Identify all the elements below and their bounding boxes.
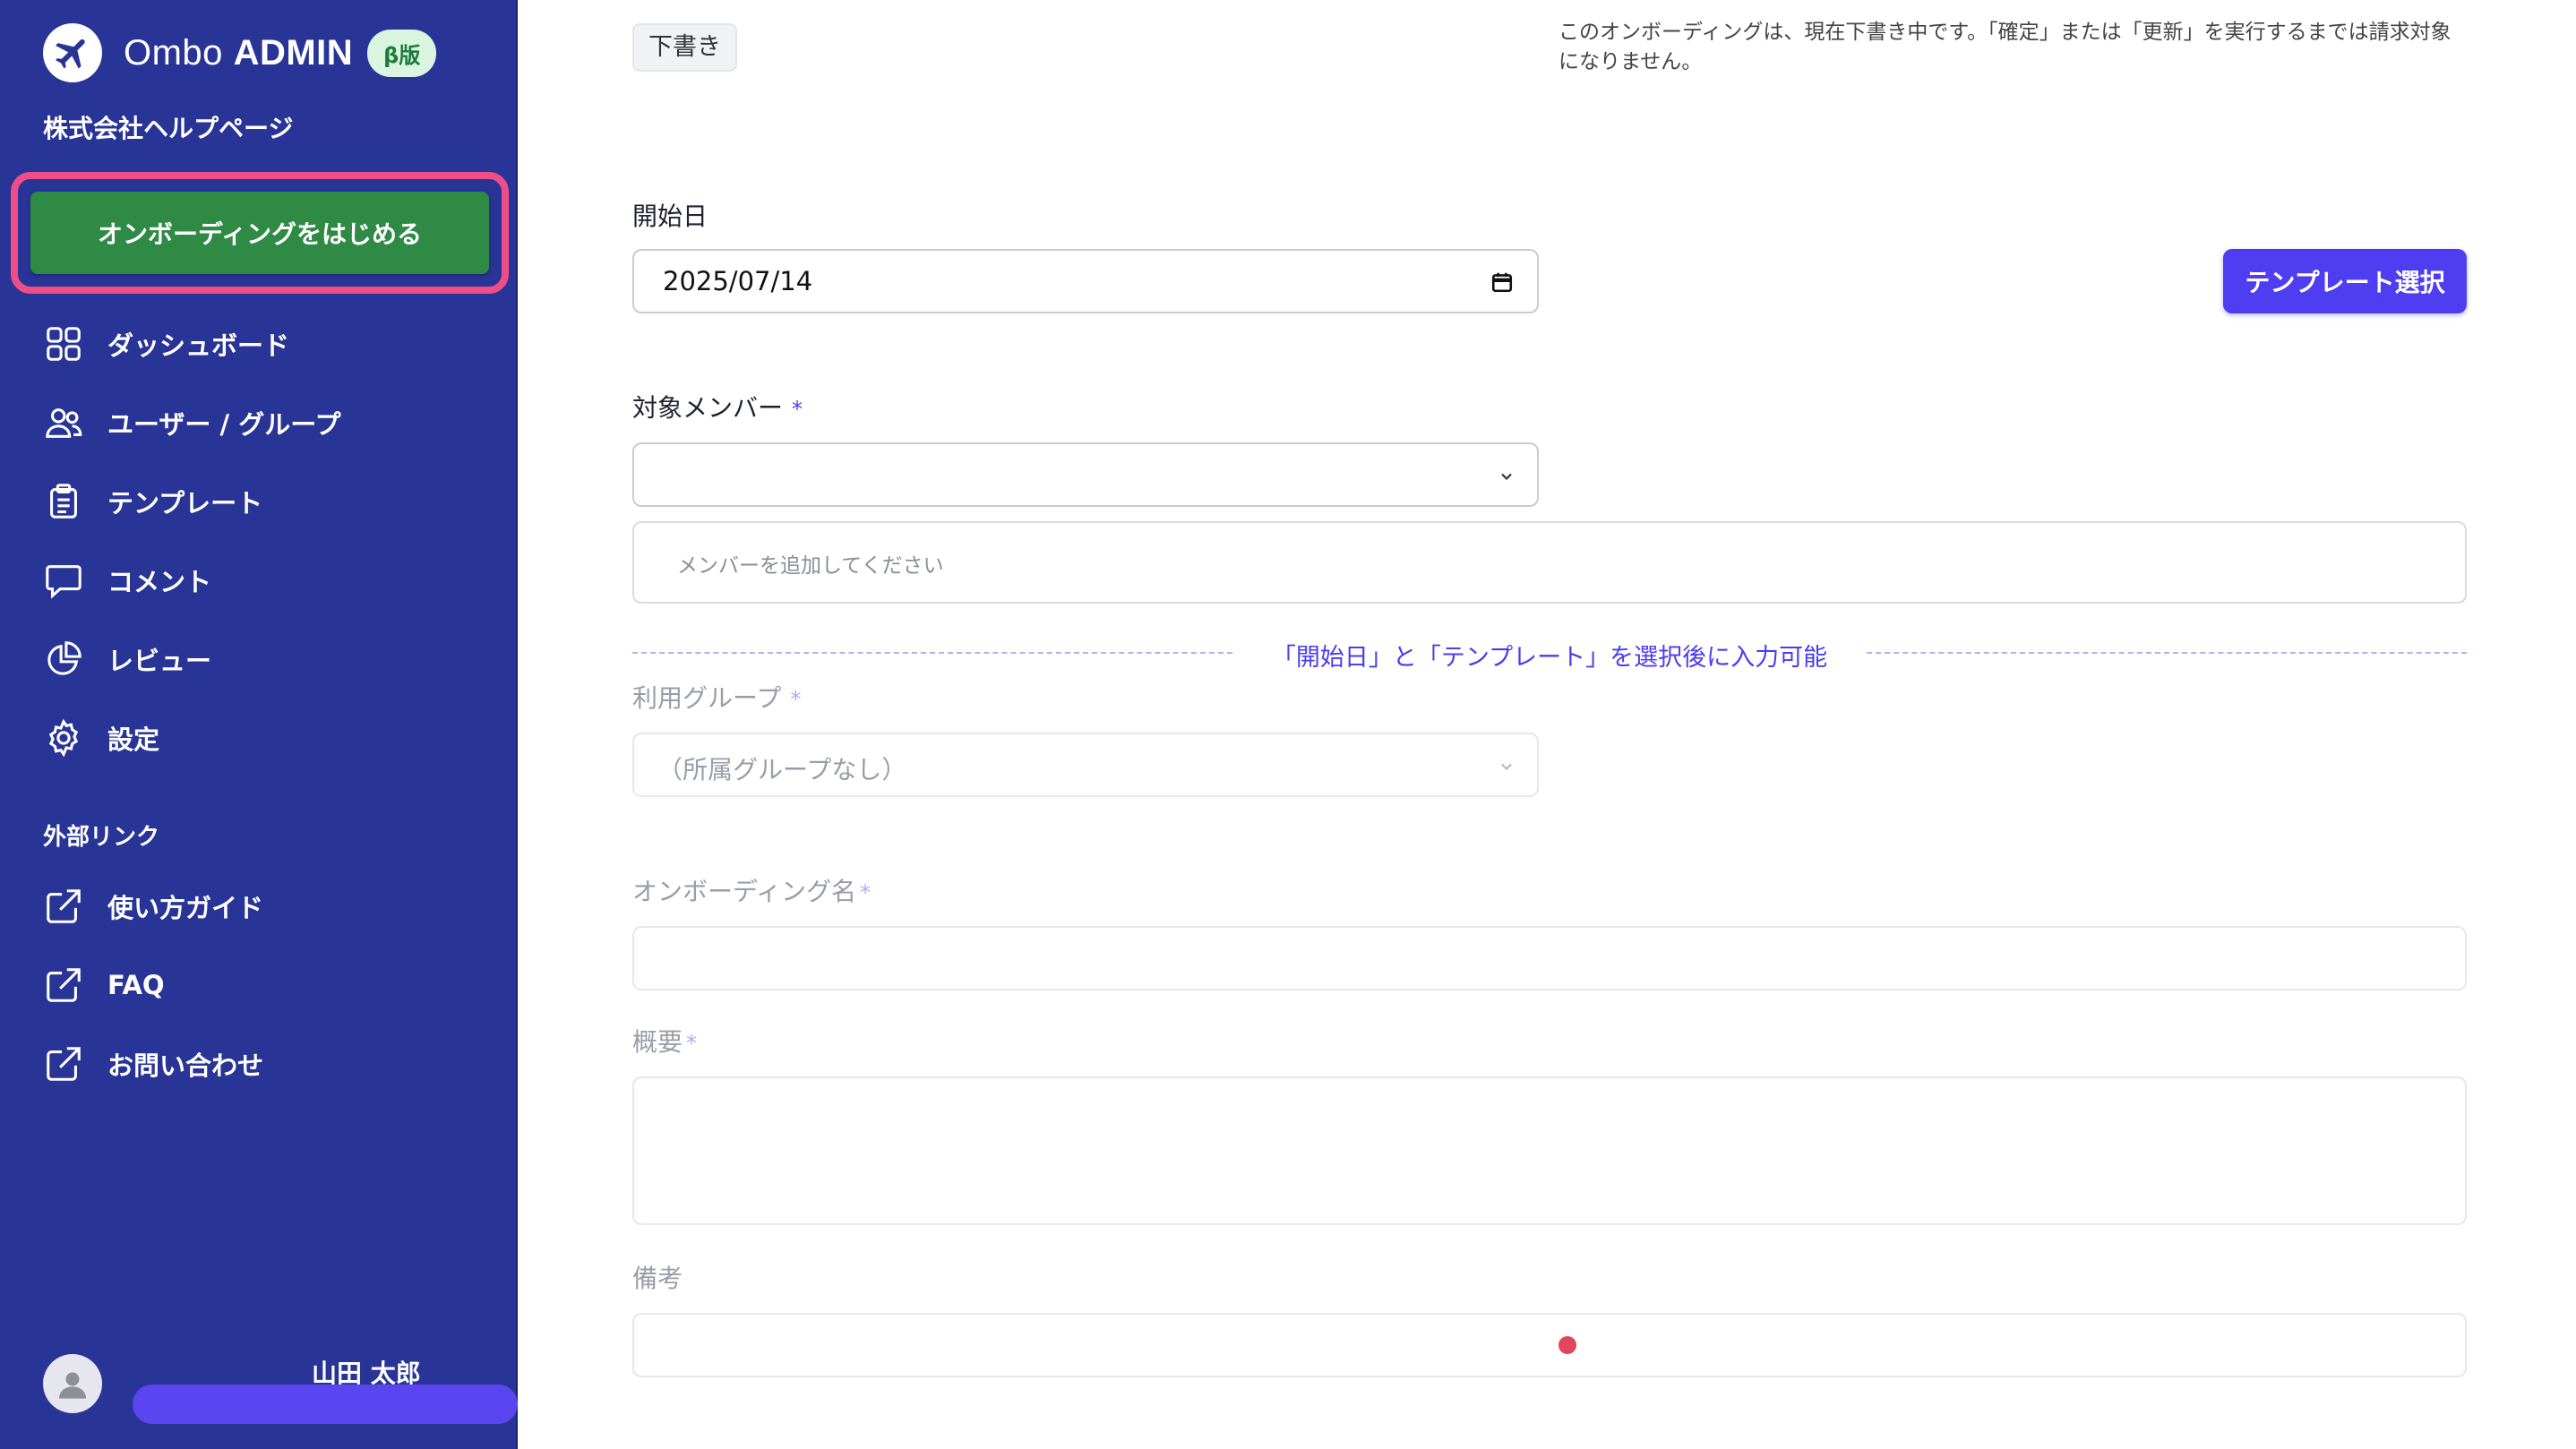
nav-item-dashboard[interactable]: ダッシュボード xyxy=(43,304,340,383)
members-label: 対象メンバー * xyxy=(632,393,803,423)
comment-icon xyxy=(46,565,82,599)
recording-indicator xyxy=(1558,1336,1576,1354)
clipboard-icon xyxy=(50,484,77,519)
nav-item-users[interactable]: ユーザー / グループ xyxy=(43,383,340,462)
onboarding-name-input[interactable] xyxy=(632,926,2467,990)
brand[interactable]: Ombo ADMIN β版 xyxy=(43,23,437,82)
nav-label: コメント xyxy=(107,567,212,597)
avatar xyxy=(43,1354,102,1413)
start-date-value: 2025/07/14 xyxy=(663,266,813,296)
link-label: 使い方ガイド xyxy=(107,893,264,923)
group-select[interactable]: （所属グループなし） xyxy=(632,733,1539,797)
airplane-logo-icon xyxy=(43,23,102,82)
lock-notice: 「開始日」と「テンプレート」を選択後に入力可能 xyxy=(1249,644,1850,672)
locked-section-divider: 「開始日」と「テンプレート」を選択後に入力可能 xyxy=(632,630,2467,675)
template-select-button[interactable]: テンプレート選択 xyxy=(2223,249,2467,313)
gear-icon xyxy=(48,718,79,758)
start-date-label: 開始日 xyxy=(632,201,708,231)
external-link-icon xyxy=(47,968,81,1002)
member-placeholder: メンバーを追加してください xyxy=(677,554,944,578)
link-label: お問い合わせ xyxy=(107,1050,264,1081)
group-value: （所属グループなし） xyxy=(657,755,907,785)
nav-label: ダッシュボード xyxy=(107,330,290,361)
summary-label: 概要 * xyxy=(632,1027,698,1057)
draft-notice: このオンボーディングは、現在下書き中です。「確定」または「更新」を実行するまでは… xyxy=(1558,21,2451,73)
user-profile[interactable]: 山田 太郎 xyxy=(43,1354,518,1426)
pie-chart-icon xyxy=(47,641,82,675)
notes-input[interactable] xyxy=(632,1313,2467,1377)
nav-label: レビュー xyxy=(107,646,212,676)
notes-label: 備考 xyxy=(632,1264,683,1293)
chevron-down-icon xyxy=(1501,763,1512,771)
calendar-icon[interactable] xyxy=(1490,270,1514,294)
external-links-heading: 外部リンク xyxy=(43,824,160,851)
nav-item-templates[interactable]: テンプレート xyxy=(43,462,340,541)
chevron-down-icon xyxy=(1501,473,1512,481)
nav-item-settings[interactable]: 設定 xyxy=(43,699,340,777)
nav-label: テンプレート xyxy=(107,488,263,519)
link-guide[interactable]: 使い方ガイド xyxy=(43,867,263,946)
external-links: 使い方ガイド FAQ お問い合わせ xyxy=(43,867,263,1103)
link-label: FAQ xyxy=(107,970,165,1000)
users-icon xyxy=(46,408,82,438)
main-nav: ダッシュボード ユーザー / グループ テンプレート コメント レビュー 設定 xyxy=(43,304,340,777)
onboarding-name-label: オンボーディング名 * xyxy=(632,877,872,906)
nav-label: 設定 xyxy=(107,724,160,755)
status-badge: 下書き xyxy=(632,23,737,72)
nav-item-comments[interactable]: コメント xyxy=(43,541,340,620)
link-contact[interactable]: お問い合わせ xyxy=(43,1025,263,1103)
company-name: 株式会社ヘルプページ xyxy=(43,114,294,143)
external-link-icon xyxy=(47,1047,81,1081)
sidebar: Ombo ADMIN β版 株式会社ヘルプページ オンボーディングをはじめる ダ… xyxy=(0,0,518,1449)
start-button-highlight: オンボーディングをはじめる xyxy=(11,172,509,294)
member-list: メンバーを追加してください xyxy=(632,521,2467,604)
dashboard-icon xyxy=(47,327,81,361)
beta-badge: β版 xyxy=(367,29,437,77)
summary-textarea[interactable] xyxy=(632,1076,2467,1225)
group-label: 利用グループ * xyxy=(632,683,802,713)
start-date-input[interactable]: 2025/07/14 xyxy=(632,249,1539,313)
external-link-icon xyxy=(47,889,81,923)
brand-name: Ombo ADMIN xyxy=(124,32,354,73)
user-email-redaction xyxy=(133,1385,518,1424)
member-select[interactable] xyxy=(632,442,1539,507)
start-onboarding-button[interactable]: オンボーディングをはじめる xyxy=(30,192,489,274)
onboarding-form: 下書き このオンボーディングは、現在下書き中です。「確定」または「更新」を実行す… xyxy=(519,0,2576,1449)
nav-label: ユーザー / グループ xyxy=(107,409,341,440)
nav-item-reviews[interactable]: レビュー xyxy=(43,620,340,699)
link-faq[interactable]: FAQ xyxy=(43,946,263,1025)
